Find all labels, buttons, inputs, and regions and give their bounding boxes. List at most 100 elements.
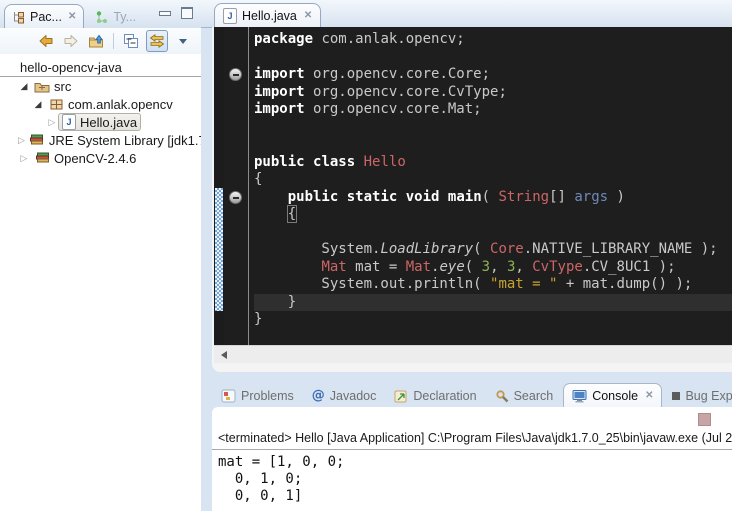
tab-label: Search: [514, 389, 554, 403]
tree-item-hello-java[interactable]: ▷JHello.java: [0, 113, 201, 131]
project-tree: hello-opencv-java◢src◢com.anlak.opencv▷J…: [0, 54, 201, 167]
package-icon: [48, 97, 64, 112]
code-line[interactable]: [254, 49, 732, 67]
tab-javadoc[interactable]: @ Javadoc: [304, 384, 385, 407]
code-line[interactable]: [254, 224, 732, 242]
tree-item-hello-opencv-java[interactable]: hello-opencv-java: [0, 58, 201, 77]
left-tabstrip: Pac... ✕ Ty...: [0, 0, 201, 28]
tab-bug-explorer[interactable]: Bug Explorer: [664, 384, 732, 407]
close-icon[interactable]: ✕: [304, 10, 312, 21]
code-token: .NATIVE_LIBRARY_NAME );: [524, 241, 718, 257]
tree-item-com-anlak-opencv[interactable]: ◢ com.anlak.opencv: [0, 95, 201, 113]
tree-item-opencv-2-4-6[interactable]: ▷OpenCV-2.4.6: [0, 149, 201, 167]
code-line[interactable]: [254, 136, 732, 154]
tab-label: Javadoc: [330, 389, 377, 403]
tree-collapsed-icon[interactable]: ▷: [46, 118, 58, 127]
folding-ruler: [224, 27, 248, 345]
code-token: org.opencv.core.CvType;: [305, 84, 507, 100]
tree-item-content: src: [30, 78, 75, 95]
close-icon[interactable]: ✕: [645, 390, 653, 401]
tab-package-explorer[interactable]: Pac... ✕: [4, 4, 84, 28]
code-line[interactable]: import org.opencv.core.Core;: [254, 66, 732, 84]
editor-tabstrip: J Hello.java ✕: [201, 0, 732, 28]
tab-search[interactable]: Search: [487, 384, 562, 407]
terminate-button[interactable]: [698, 413, 711, 426]
tab-label: Pac...: [30, 10, 62, 24]
code-token: LoadLibrary: [380, 241, 473, 257]
view-menu-button[interactable]: [173, 31, 193, 51]
code-token: System.: [254, 241, 380, 257]
collapse-all-icon: [123, 33, 139, 49]
scroll-left-arrow-icon[interactable]: [221, 351, 227, 359]
editor-tab-label: Hello.java: [242, 9, 297, 23]
code-token: Mat: [321, 259, 346, 275]
forward-button[interactable]: [61, 31, 81, 51]
code-line[interactable]: {: [254, 206, 732, 224]
code-line[interactable]: [254, 119, 732, 137]
code-token: Hello: [364, 154, 406, 170]
code-token: ): [608, 189, 625, 205]
code-line[interactable]: System.LoadLibrary( Core.NATIVE_LIBRARY_…: [254, 241, 732, 259]
tab-label: Bug Explorer: [685, 389, 732, 403]
console-output[interactable]: mat = [1, 0, 0; 0, 1, 0; 0, 0, 1]: [218, 454, 732, 505]
tree-collapsed-icon[interactable]: ▷: [18, 136, 25, 145]
code-line[interactable]: System.out.println( "mat = " + mat.dump(…: [254, 276, 732, 294]
minimize-icon[interactable]: [159, 11, 171, 16]
tree-item-label: Hello.java: [80, 115, 137, 130]
code-line[interactable]: public static void main( String[] args ): [254, 189, 732, 207]
type-hierarchy-icon: [95, 10, 109, 24]
maximize-icon[interactable]: [181, 7, 193, 19]
code-line[interactable]: {: [254, 171, 732, 189]
code-token: main: [448, 189, 482, 205]
tree-expanded-icon[interactable]: ◢: [32, 100, 44, 109]
code-line[interactable]: public class Hello: [254, 154, 732, 172]
code-line[interactable]: }: [254, 311, 732, 329]
code-line[interactable]: package com.anlak.opencv;: [254, 31, 732, 49]
link-with-editor-button[interactable]: [146, 30, 168, 52]
library-icon: [34, 151, 50, 166]
code-line[interactable]: import org.opencv.core.CvType;: [254, 84, 732, 102]
close-icon[interactable]: ✕: [68, 11, 76, 22]
tree-item-src[interactable]: ◢ src: [0, 77, 201, 95]
declaration-icon: [394, 389, 408, 403]
code-token: import: [254, 101, 305, 117]
go-into-button[interactable]: [86, 31, 106, 51]
code-token: package: [254, 31, 313, 47]
tree-item-jre-system-library-jdk1-7-0[interactable]: ▷JRE System Library [jdk1.7.0: [0, 131, 201, 149]
code-token: public: [254, 154, 305, 170]
code-line[interactable]: }: [254, 294, 732, 312]
collapse-all-button[interactable]: [121, 31, 141, 51]
code-token: System.out.println(: [254, 276, 490, 292]
tree-item-label: src: [54, 79, 71, 94]
tree-collapsed-icon[interactable]: ▷: [18, 154, 30, 163]
tree-expanded-icon[interactable]: ◢: [18, 82, 30, 91]
tab-declaration[interactable]: Declaration: [386, 384, 484, 407]
code-editor[interactable]: package com.anlak.opencv; import org.open…: [214, 27, 732, 345]
tab-type-hierarchy[interactable]: Ty...: [88, 5, 143, 28]
tree-item-label: com.anlak.opencv: [68, 97, 173, 112]
package-explorer-icon: [12, 10, 26, 24]
tab-problems[interactable]: Problems: [213, 384, 302, 407]
fold-collapse-icon[interactable]: [229, 191, 242, 204]
tab-hello-java[interactable]: J Hello.java ✕: [214, 3, 321, 27]
tab-console[interactable]: Console ✕: [563, 383, 662, 407]
code-token: String: [498, 189, 549, 205]
forward-icon: [63, 33, 79, 49]
back-button[interactable]: [36, 31, 56, 51]
tree-item-label: hello-opencv-java: [20, 60, 122, 75]
package-explorer-toolbar: [0, 28, 201, 54]
fold-collapse-icon[interactable]: [229, 68, 242, 81]
javadoc-icon: @: [312, 388, 325, 403]
console-view: <terminated> Hello [Java Application] C:…: [212, 407, 732, 511]
tab-label: Problems: [241, 389, 294, 403]
code-token: (: [465, 259, 482, 275]
editor-horizontal-scrollbar[interactable]: [214, 345, 732, 363]
editor-area: J Hello.java ✕ package com.anlak.opencv;…: [201, 0, 732, 372]
view-menu-icon: [179, 39, 187, 44]
tree-item-content: JRE System Library [jdk1.7.0: [25, 132, 201, 149]
code-line[interactable]: Mat mat = Mat.eye( 3, 3, CvType.CV_8UC1 …: [254, 259, 732, 277]
code-line[interactable]: import org.opencv.core.Mat;: [254, 101, 732, 119]
java-file-icon: J: [223, 8, 237, 24]
library-icon: [29, 133, 45, 148]
code-token: {: [254, 171, 262, 187]
